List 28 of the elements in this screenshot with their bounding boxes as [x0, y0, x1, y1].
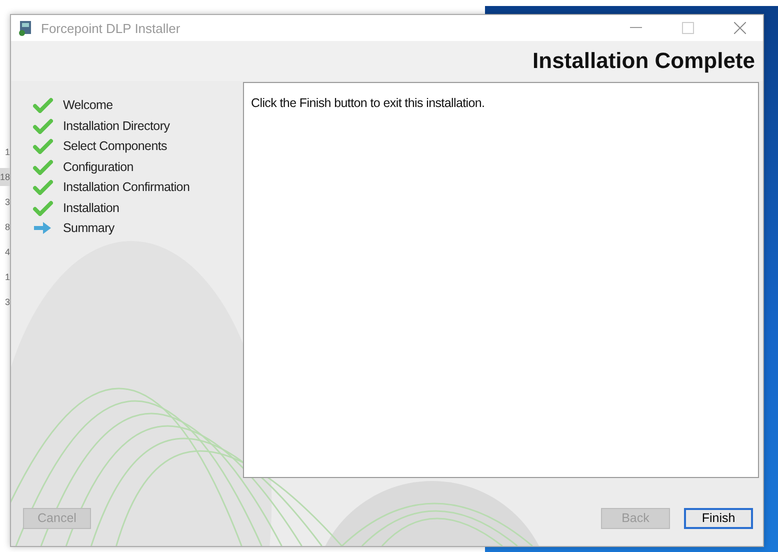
check-icon	[33, 138, 53, 154]
check-icon	[33, 200, 53, 216]
step-label: Summary	[63, 221, 114, 236]
minimize-icon	[630, 27, 642, 29]
check-icon	[33, 118, 53, 134]
row-number: 18	[0, 168, 10, 186]
check-icon	[33, 97, 53, 114]
step-label: Installation Confirmation	[63, 180, 190, 194]
step-label: Select Components	[63, 139, 167, 154]
row-number: 8	[4, 221, 10, 234]
check-icon	[33, 179, 53, 196]
row-number: 3	[4, 196, 10, 209]
completion-message: Click the Finish button to exit this installation.	[251, 96, 485, 110]
row-number: 3	[4, 296, 10, 309]
check-icon	[33, 158, 53, 175]
step-label: Installation	[63, 200, 120, 215]
step-label: Configuration	[63, 160, 134, 174]
row-number: 1	[4, 271, 10, 284]
arrow-icon	[33, 220, 53, 236]
step-label: Installation Directory	[63, 118, 170, 133]
step-label: Welcome	[63, 98, 113, 112]
row-number: 1	[4, 146, 10, 159]
row-number: 4	[4, 246, 10, 259]
finish-button[interactable]: Finish	[684, 508, 753, 528]
window-title: Forcepoint DLP Installer	[41, 20, 182, 36]
maximize-icon	[682, 22, 694, 34]
page-heading: Installation Complete	[532, 48, 755, 74]
close-icon	[734, 22, 746, 34]
